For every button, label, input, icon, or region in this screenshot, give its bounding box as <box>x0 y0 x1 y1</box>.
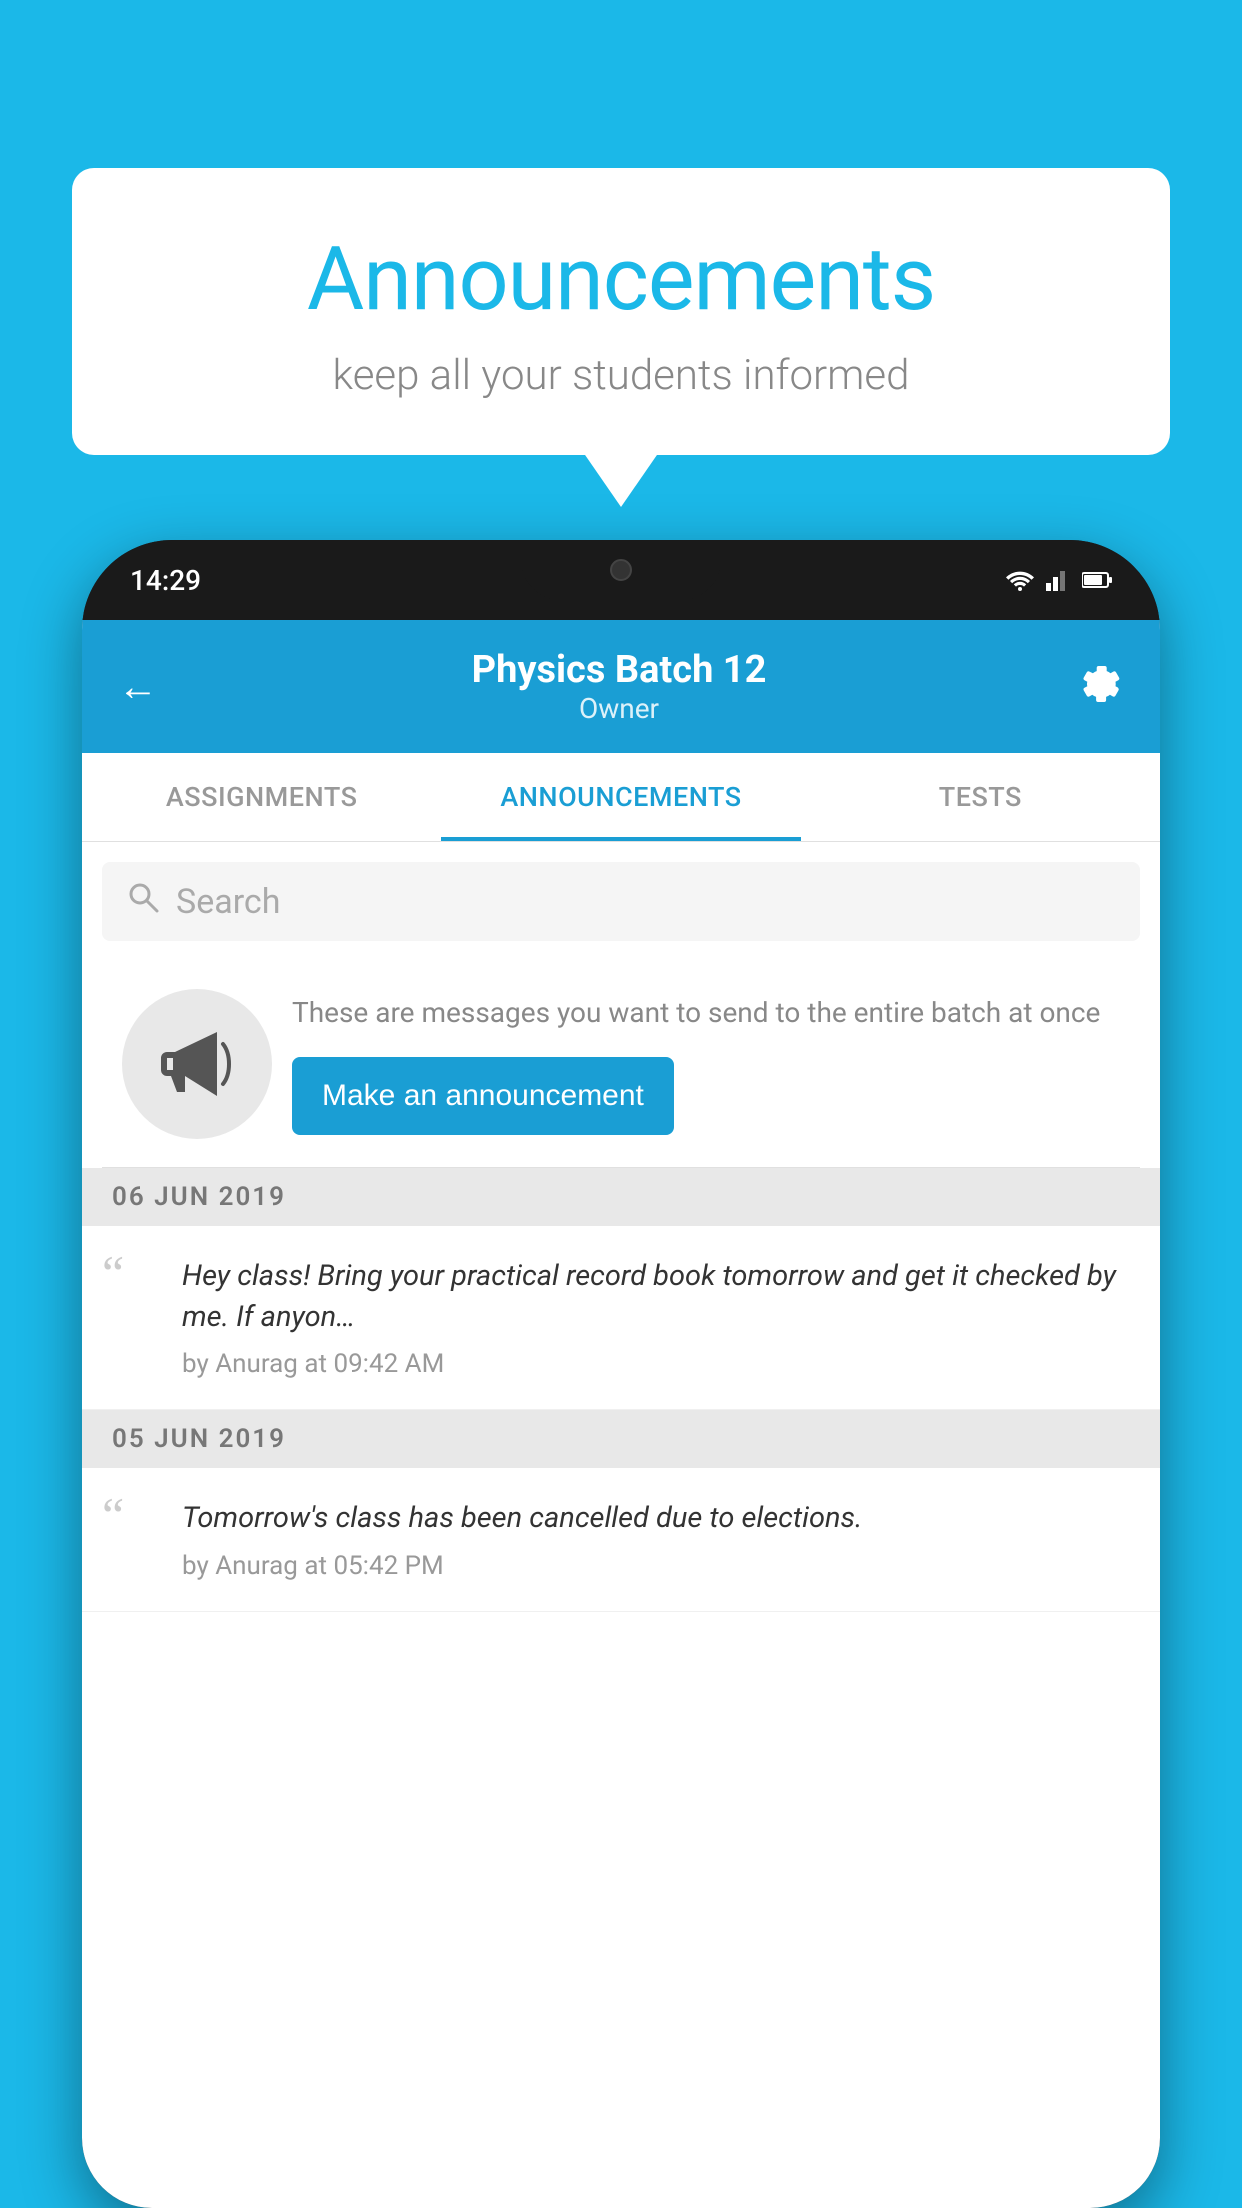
bubble-subtitle: keep all your students informed <box>122 351 1120 400</box>
phone-frame: 14:29 <box>82 540 1160 2208</box>
announcement-author-1: by Anurag at 09:42 AM <box>182 1349 1140 1379</box>
promo-card: These are messages you want to send to t… <box>102 961 1140 1168</box>
settings-icon[interactable] <box>1080 663 1124 711</box>
announcement-content-2: Tomorrow's class has been cancelled due … <box>182 1498 1140 1581</box>
tab-assignments[interactable]: ASSIGNMENTS <box>82 753 441 841</box>
header-center: Physics Batch 12 Owner <box>472 648 767 725</box>
app-header: ← Physics Batch 12 Owner <box>82 620 1160 753</box>
announcement-icon-circle <box>122 989 272 1139</box>
make-announcement-button[interactable]: Make an announcement <box>292 1057 674 1135</box>
tab-bar: ASSIGNMENTS ANNOUNCEMENTS TESTS <box>82 753 1160 842</box>
search-icon <box>126 880 160 923</box>
date-divider-2: 05 JUN 2019 <box>82 1410 1160 1468</box>
quote-icon-1: “ <box>102 1248 162 1298</box>
tab-tests[interactable]: TESTS <box>801 753 1160 841</box>
wifi-icon <box>1006 569 1034 591</box>
back-button[interactable]: ← <box>118 663 158 710</box>
phone-camera <box>610 559 632 581</box>
announcement-text-1: Hey class! Bring your practical record b… <box>182 1256 1140 1337</box>
status-time: 14:29 <box>130 564 201 597</box>
battery-icon <box>1082 571 1112 589</box>
announcement-item-2[interactable]: “ Tomorrow's class has been cancelled du… <box>82 1468 1160 1612</box>
announcement-author-2: by Anurag at 05:42 PM <box>182 1551 1140 1581</box>
search-bar[interactable]: Search <box>102 862 1140 941</box>
phone-screen: ← Physics Batch 12 Owner ASSIGNMENTS ANN… <box>82 620 1160 2208</box>
announcement-bubble: Announcements keep all your students inf… <box>72 168 1170 455</box>
announcement-content-1: Hey class! Bring your practical record b… <box>182 1256 1140 1379</box>
status-icons <box>1006 569 1112 591</box>
batch-subtitle: Owner <box>472 692 767 725</box>
bubble-title: Announcements <box>122 228 1120 331</box>
status-bar: 14:29 <box>82 540 1160 620</box>
tab-announcements[interactable]: ANNOUNCEMENTS <box>441 753 800 841</box>
megaphone-icon <box>157 1024 237 1104</box>
announcement-text-2: Tomorrow's class has been cancelled due … <box>182 1498 1140 1539</box>
date-divider-1: 06 JUN 2019 <box>82 1168 1160 1226</box>
signal-icon <box>1046 569 1070 591</box>
announcement-item-1[interactable]: “ Hey class! Bring your practical record… <box>82 1226 1160 1410</box>
phone-notch <box>521 540 721 600</box>
promo-content: These are messages you want to send to t… <box>292 993 1120 1134</box>
promo-description: These are messages you want to send to t… <box>292 993 1120 1032</box>
search-placeholder: Search <box>176 882 280 922</box>
batch-title: Physics Batch 12 <box>472 648 767 692</box>
quote-icon-2: “ <box>102 1490 162 1540</box>
